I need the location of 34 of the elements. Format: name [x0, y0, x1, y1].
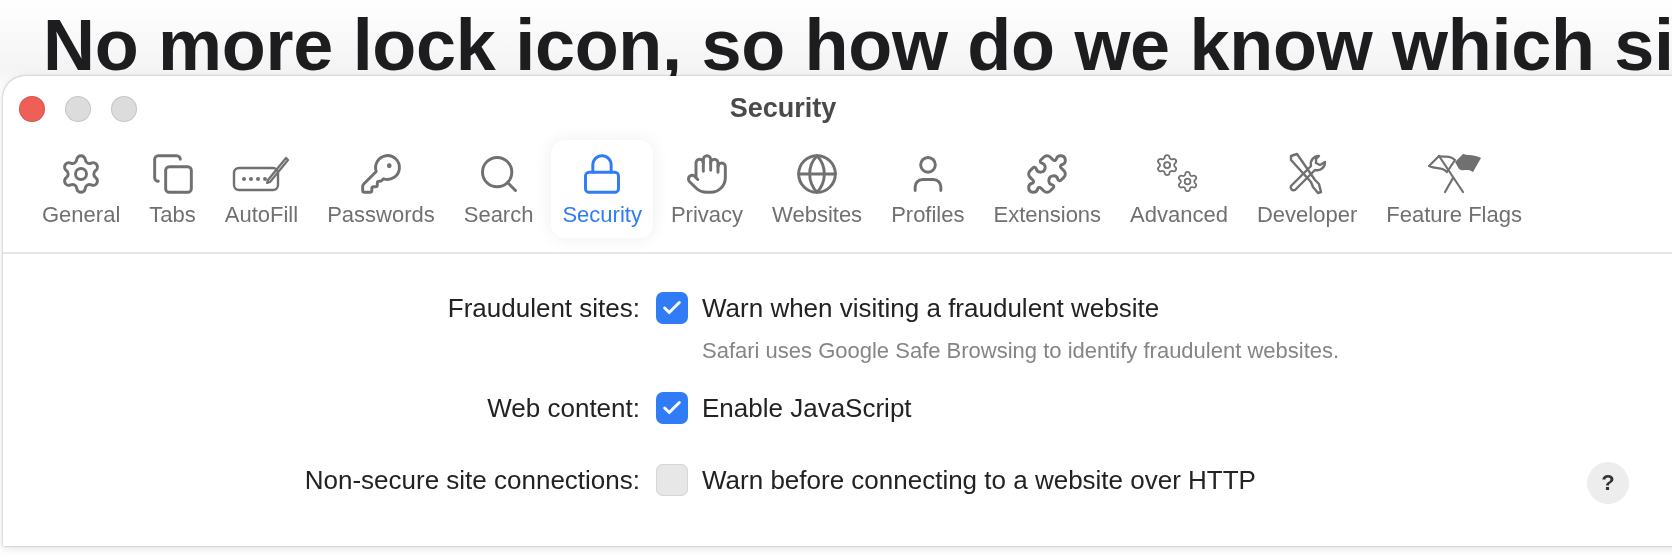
toolbar-tab[interactable]: Privacy	[659, 140, 755, 238]
setting-label: Web content:	[486, 392, 641, 424]
option-label: Warn before connecting to a website over HTTP	[702, 464, 1256, 496]
toolbar-tab[interactable]: Profiles	[880, 140, 976, 238]
checkbox[interactable]	[656, 464, 688, 496]
checkbox[interactable]	[656, 392, 688, 424]
tabs-icon	[150, 152, 195, 196]
globe-icon	[795, 152, 840, 196]
option-label: Enable JavaScript	[702, 392, 912, 424]
toolbar-tab[interactable]: Search	[452, 140, 545, 238]
hand-icon	[685, 152, 729, 196]
article-headline: No more lock icon, so how do we know which si	[42, 4, 1672, 76]
option-label: Warn when visiting a fraudulent website	[702, 292, 1160, 324]
help-button[interactable]: ?	[1587, 462, 1629, 504]
toolbar-tab[interactable]: Developer	[1245, 140, 1369, 238]
window-title: Security	[729, 91, 837, 124]
close-button[interactable]	[19, 96, 45, 122]
key-icon	[358, 152, 403, 196]
toolbar-tab[interactable]: Tabs	[138, 140, 207, 238]
flags-icon	[1425, 152, 1484, 196]
toolbar-tab[interactable]: Security	[551, 140, 653, 238]
setting-label: Fraudulent sites:	[446, 292, 641, 324]
puzzle-icon	[1025, 152, 1070, 196]
toolbar-tab[interactable]: Feature Flags	[1375, 140, 1533, 238]
setting-label: Non-secure site connections:	[303, 464, 641, 496]
toolbar-tab[interactable]: Passwords	[316, 140, 446, 238]
toolbar-tab[interactable]: Extensions	[982, 140, 1113, 238]
toolbar-tab[interactable]: Advanced	[1119, 140, 1239, 238]
setting-note: Safari uses Google Safe Browsing to identify fraudulent websites.	[702, 338, 1340, 364]
toolbar-tab[interactable]: AutoFill	[213, 140, 310, 238]
toolbar-tab[interactable]: General	[31, 140, 132, 238]
keyboard-pen-icon	[232, 154, 291, 194]
checkbox[interactable]	[656, 292, 688, 324]
toolbar-tab[interactable]: Websites	[761, 140, 874, 238]
